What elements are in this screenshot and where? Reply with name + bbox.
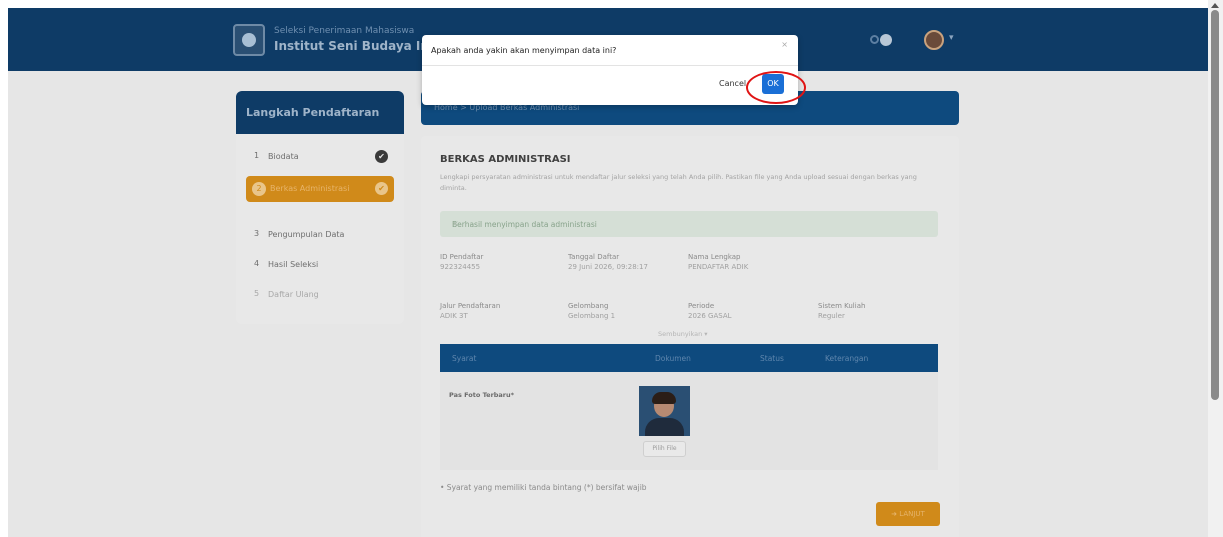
field-label: Nama Lengkap: [688, 253, 741, 261]
requirements-table-header: Syarat Dokumen Status Keterangan: [440, 344, 938, 372]
annotation-circle: [746, 71, 806, 104]
step-number: 2: [252, 182, 266, 196]
step-number: 5: [254, 289, 260, 298]
step-label: Hasil Seleksi: [268, 260, 319, 269]
dialog-message: Apakah anda yakin akan menyimpan data in…: [431, 46, 617, 55]
sidebar-title: Langkah Pendaftaran: [246, 106, 380, 119]
step-berkas-administrasi[interactable]: 2 Berkas Administrasi ✔: [246, 176, 394, 202]
column-header-syarat: Syarat: [452, 354, 477, 363]
notification-badge: [880, 34, 892, 46]
step-number: 4: [254, 259, 260, 268]
field-value: PENDAFTAR ADIK: [688, 263, 749, 271]
field-label: Gelombang: [568, 302, 609, 310]
confirm-dialog: Apakah anda yakin akan menyimpan data in…: [422, 35, 798, 105]
scrollbar-thumb[interactable]: [1211, 10, 1219, 400]
chevron-down-icon[interactable]: ▾: [949, 33, 954, 43]
column-header-keterangan: Keterangan: [825, 354, 869, 363]
notification-icon[interactable]: [870, 35, 879, 44]
photo-body-shape: [645, 418, 684, 436]
field-sistem-kuliah: Sistem Kuliah Reguler: [818, 301, 865, 321]
step-daftar-ulang[interactable]: 5 Daftar Ulang: [246, 282, 394, 308]
step-number: 3: [254, 229, 260, 238]
field-nama-lengkap: Nama Lengkap PENDAFTAR ADIK: [688, 252, 748, 272]
cancel-button[interactable]: Cancel: [719, 79, 746, 88]
step-label: Pengumpulan Data: [268, 230, 345, 239]
success-alert: Berhasil menyimpan data administrasi ×: [440, 211, 938, 237]
field-label: Tanggal Daftar: [568, 253, 620, 261]
section-description: Lengkapi persyaratan administrasi untuk …: [440, 173, 917, 192]
choose-file-button[interactable]: Pilih File: [643, 441, 686, 457]
field-label: ID Pendaftar: [440, 253, 484, 261]
page-scrollbar[interactable]: [1208, 0, 1223, 537]
next-button[interactable]: ➜ LANJUT: [876, 502, 940, 526]
column-header-status: Status: [760, 354, 784, 363]
photo-hair-shape: [652, 392, 676, 404]
field-label: Sistem Kuliah: [818, 302, 866, 310]
profile-photo-preview: [639, 386, 690, 436]
close-icon[interactable]: ×: [452, 219, 928, 228]
field-gelombang: Gelombang Gelombang 1: [568, 301, 615, 321]
field-label: Periode: [688, 302, 715, 310]
field-value: 922324455: [440, 263, 481, 271]
field-tanggal-daftar: Tanggal Daftar 29 Juni 2026, 09:28:17: [568, 252, 648, 272]
institute-logo[interactable]: [233, 24, 265, 56]
field-jalur-pendaftaran: Jalur Pendaftaran ADIK 3T: [440, 301, 500, 321]
field-value: 29 Juni 2026, 09:28:17: [568, 263, 648, 271]
check-icon: ✔: [375, 150, 388, 163]
dialog-divider: [422, 65, 798, 66]
user-avatar[interactable]: [924, 30, 944, 50]
required-note: • Syarat yang memiliki tanda bintang (*)…: [440, 483, 647, 492]
close-icon[interactable]: ×: [781, 40, 788, 49]
brand-subtitle: Seleksi Penerimaan Mahasiswa: [274, 26, 415, 36]
field-label: Jalur Pendaftaran: [440, 302, 501, 310]
step-label: Biodata: [268, 152, 299, 161]
field-value: ADIK 3T: [440, 312, 468, 320]
field-value: Gelombang 1: [568, 312, 616, 320]
scroll-up-arrow-icon[interactable]: [1211, 3, 1219, 8]
toggle-details-link[interactable]: Sembunyikan ▾: [658, 330, 708, 338]
section-title: BERKAS ADMINISTRASI: [440, 154, 571, 165]
check-icon: ✔: [375, 182, 388, 195]
requirement-label: Pas Foto Terbaru*: [449, 391, 515, 399]
field-id-pendaftar: ID Pendaftar 922324455: [440, 252, 483, 272]
sidebar-header: Langkah Pendaftaran: [236, 91, 404, 134]
column-header-dokumen: Dokumen: [655, 354, 691, 363]
page-backdrop: Seleksi Penerimaan Mahasiswa Institut Se…: [8, 8, 1208, 537]
step-label: Berkas Administrasi: [270, 184, 350, 193]
step-label: Daftar Ulang: [268, 290, 319, 299]
field-value: 2026 GASAL: [688, 312, 732, 320]
step-biodata[interactable]: 1 Biodata ✔: [246, 144, 394, 170]
step-number: 1: [254, 151, 260, 160]
steps-sidebar: 1 Biodata ✔ 2 Berkas Administrasi ✔ 3 Pe…: [236, 134, 404, 324]
step-pengumpulan-data[interactable]: 3 Pengumpulan Data: [246, 222, 394, 248]
field-periode: Periode 2026 GASAL: [688, 301, 732, 321]
field-value: Reguler: [818, 312, 845, 320]
step-hasil-seleksi[interactable]: 4 Hasil Seleksi: [246, 252, 394, 278]
